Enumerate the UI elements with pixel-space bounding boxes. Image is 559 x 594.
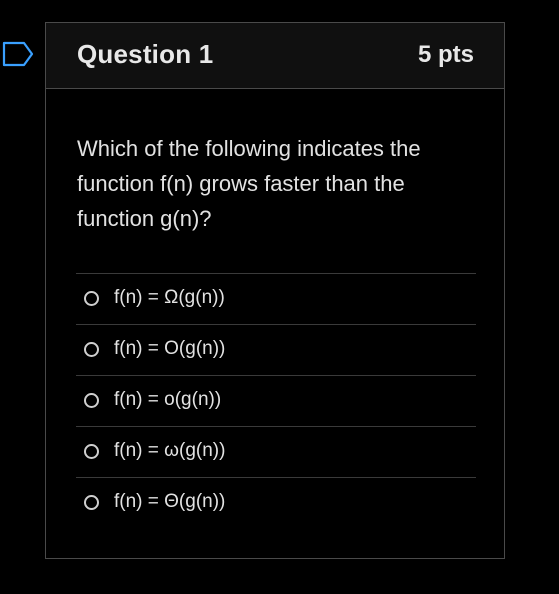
answer-label[interactable]: f(n) = O(g(n)) bbox=[114, 338, 225, 360]
answer-option-little-omega[interactable]: f(n) = ω(g(n)) bbox=[76, 426, 476, 477]
answer-option-omega-big[interactable]: f(n) = Ω(g(n)) bbox=[76, 273, 476, 324]
radio-button-icon[interactable] bbox=[84, 291, 99, 306]
radio-button-icon[interactable] bbox=[84, 342, 99, 357]
answer-option-big-o[interactable]: f(n) = O(g(n)) bbox=[76, 324, 476, 375]
radio-button-icon[interactable] bbox=[84, 444, 99, 459]
answer-option-theta[interactable]: f(n) = Θ(g(n)) bbox=[76, 477, 476, 528]
answer-list: f(n) = Ω(g(n)) f(n) = O(g(n)) f(n) = o(g… bbox=[76, 273, 476, 528]
question-title: Question 1 bbox=[77, 39, 214, 69]
question-text: Which of the following indicates the fun… bbox=[77, 136, 421, 231]
question-card: Question 1 5 pts Which of the following … bbox=[45, 22, 505, 559]
question-header: Question 1 5 pts bbox=[46, 23, 504, 89]
radio-button-icon[interactable] bbox=[84, 495, 99, 510]
radio-button-icon[interactable] bbox=[84, 393, 99, 408]
question-points: 5 pts bbox=[417, 41, 474, 68]
answer-label[interactable]: f(n) = Ω(g(n)) bbox=[114, 287, 225, 309]
answer-label[interactable]: f(n) = Θ(g(n)) bbox=[114, 491, 225, 513]
answer-label[interactable]: f(n) = o(g(n)) bbox=[114, 389, 221, 411]
flag-question-icon[interactable] bbox=[2, 41, 34, 67]
answer-label[interactable]: f(n) = ω(g(n)) bbox=[114, 440, 225, 462]
answer-option-little-o[interactable]: f(n) = o(g(n)) bbox=[76, 375, 476, 426]
